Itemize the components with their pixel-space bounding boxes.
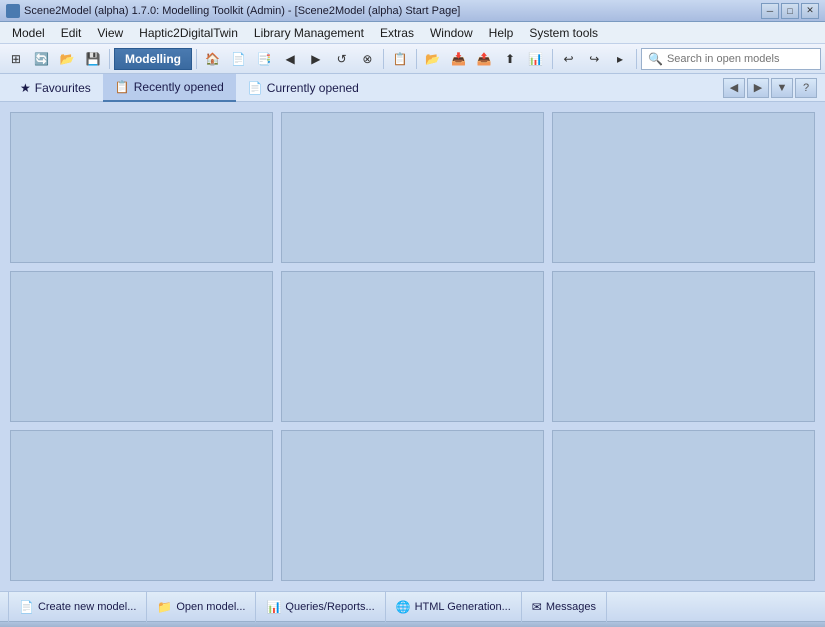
status-create-model[interactable]: 📄 Create new model...	[8, 592, 147, 622]
separator-3	[383, 49, 384, 69]
menu-window[interactable]: Window	[422, 24, 481, 42]
queries-icon: 📊	[266, 600, 281, 614]
title-bar-controls: ─ □ ✕	[761, 3, 819, 19]
currently-icon: 📄	[248, 81, 263, 95]
toolbar-stop[interactable]: ⊗	[355, 48, 379, 70]
create-icon: 📄	[19, 600, 34, 614]
queries-label: Queries/Reports...	[285, 601, 374, 613]
menu-system-tools[interactable]: System tools	[521, 24, 606, 42]
search-box[interactable]: 🔍	[641, 48, 821, 70]
menu-bar: Model Edit View Haptic2DigitalTwin Libra…	[0, 22, 825, 44]
toolbar-forward[interactable]: ▶	[304, 48, 328, 70]
nav-forward-button[interactable]: ▶	[747, 78, 769, 98]
toolbar-icon-4[interactable]: 💾	[81, 48, 105, 70]
create-label: Create new model...	[38, 601, 136, 613]
separator-1	[109, 49, 110, 69]
toolbar-icon-2[interactable]: 🔄	[30, 48, 54, 70]
toolbar-doc2[interactable]: 📑	[252, 48, 276, 70]
tab-bar: ★ Favourites 📋 Recently opened 📄 Current…	[0, 74, 825, 102]
tile-6[interactable]	[552, 271, 815, 422]
title-bar-text: Scene2Model (alpha) 1.7.0: Modelling Too…	[24, 5, 460, 17]
tile-2[interactable]	[281, 112, 544, 263]
tab-recently-opened[interactable]: 📋 Recently opened	[103, 74, 236, 102]
tab-nav-controls: ◀ ▶ ▼ ?	[723, 78, 817, 98]
toolbar-import[interactable]: 📥	[447, 48, 471, 70]
maximize-button[interactable]: □	[781, 3, 799, 19]
nav-dropdown-button[interactable]: ▼	[771, 78, 793, 98]
toolbar-refresh[interactable]: ↺	[330, 48, 354, 70]
search-icon: 🔍	[648, 52, 663, 66]
modelling-label: Modelling	[125, 52, 181, 66]
toolbar-export[interactable]: 📤	[472, 48, 496, 70]
tile-5[interactable]	[281, 271, 544, 422]
toolbar-icon-1[interactable]: ⊞	[4, 48, 28, 70]
separator-2	[196, 49, 197, 69]
toolbar-export3[interactable]: 📊	[524, 48, 548, 70]
menu-view[interactable]: View	[89, 24, 131, 42]
tab-currently-label: Currently opened	[267, 81, 359, 95]
main-content	[0, 102, 825, 591]
toolbar-home[interactable]: 🏠	[201, 48, 225, 70]
tile-1[interactable]	[10, 112, 273, 263]
tab-recently-label: Recently opened	[134, 80, 224, 94]
menu-help[interactable]: Help	[481, 24, 522, 42]
tab-currently-opened[interactable]: 📄 Currently opened	[236, 74, 371, 102]
tile-9[interactable]	[552, 430, 815, 581]
star-icon: ★	[20, 81, 31, 95]
tab-list: ★ Favourites 📋 Recently opened 📄 Current…	[8, 74, 371, 102]
menu-model[interactable]: Model	[4, 24, 53, 42]
nav-info-button[interactable]: ?	[795, 78, 817, 98]
html-icon: 🌐	[396, 600, 411, 614]
toolbar-back[interactable]: ◀	[278, 48, 302, 70]
open-icon: 📁	[157, 600, 172, 614]
tab-favourites[interactable]: ★ Favourites	[8, 74, 103, 102]
html-label: HTML Generation...	[415, 601, 511, 613]
separator-6	[636, 49, 637, 69]
status-html[interactable]: 🌐 HTML Generation...	[386, 592, 522, 622]
toolbar-undo[interactable]: ↩	[557, 48, 581, 70]
toolbar-redo[interactable]: ↪	[582, 48, 606, 70]
messages-icon: ✉	[532, 600, 542, 614]
menu-extras[interactable]: Extras	[372, 24, 422, 42]
tile-3[interactable]	[552, 112, 815, 263]
open-label: Open model...	[176, 601, 245, 613]
menu-haptic[interactable]: Haptic2DigitalTwin	[131, 24, 246, 42]
menu-edit[interactable]: Edit	[53, 24, 90, 42]
separator-5	[552, 49, 553, 69]
toolbar-export2[interactable]: ⬆	[498, 48, 522, 70]
tile-4[interactable]	[10, 271, 273, 422]
nav-back-button[interactable]: ◀	[723, 78, 745, 98]
toolbar-form[interactable]: 📋	[388, 48, 412, 70]
status-bar: 📄 Create new model... 📁 Open model... 📊 …	[0, 591, 825, 621]
close-button[interactable]: ✕	[801, 3, 819, 19]
menu-library[interactable]: Library Management	[246, 24, 372, 42]
recently-icon: 📋	[115, 80, 130, 94]
title-bar-left: Scene2Model (alpha) 1.7.0: Modelling Too…	[6, 4, 460, 18]
separator-4	[416, 49, 417, 69]
tile-7[interactable]	[10, 430, 273, 581]
modelling-badge: Modelling	[114, 48, 192, 70]
status-queries[interactable]: 📊 Queries/Reports...	[256, 592, 385, 622]
title-bar: Scene2Model (alpha) 1.7.0: Modelling Too…	[0, 0, 825, 22]
resize-bar	[0, 621, 825, 627]
tab-favourites-label: Favourites	[35, 81, 91, 95]
status-messages[interactable]: ✉ Messages	[522, 592, 607, 622]
toolbar-arrow[interactable]: ▸	[608, 48, 632, 70]
toolbar-open[interactable]: 📂	[421, 48, 445, 70]
toolbar: ⊞ 🔄 📂 💾 Modelling 🏠 📄 📑 ◀ ▶ ↺ ⊗ 📋 📂 📥 📤 …	[0, 44, 825, 74]
app-icon	[6, 4, 20, 18]
minimize-button[interactable]: ─	[761, 3, 779, 19]
tile-8[interactable]	[281, 430, 544, 581]
toolbar-icon-3[interactable]: 📂	[56, 48, 80, 70]
messages-label: Messages	[546, 601, 596, 613]
toolbar-doc1[interactable]: 📄	[227, 48, 251, 70]
status-open-model[interactable]: 📁 Open model...	[147, 592, 256, 622]
search-input[interactable]	[667, 53, 807, 65]
